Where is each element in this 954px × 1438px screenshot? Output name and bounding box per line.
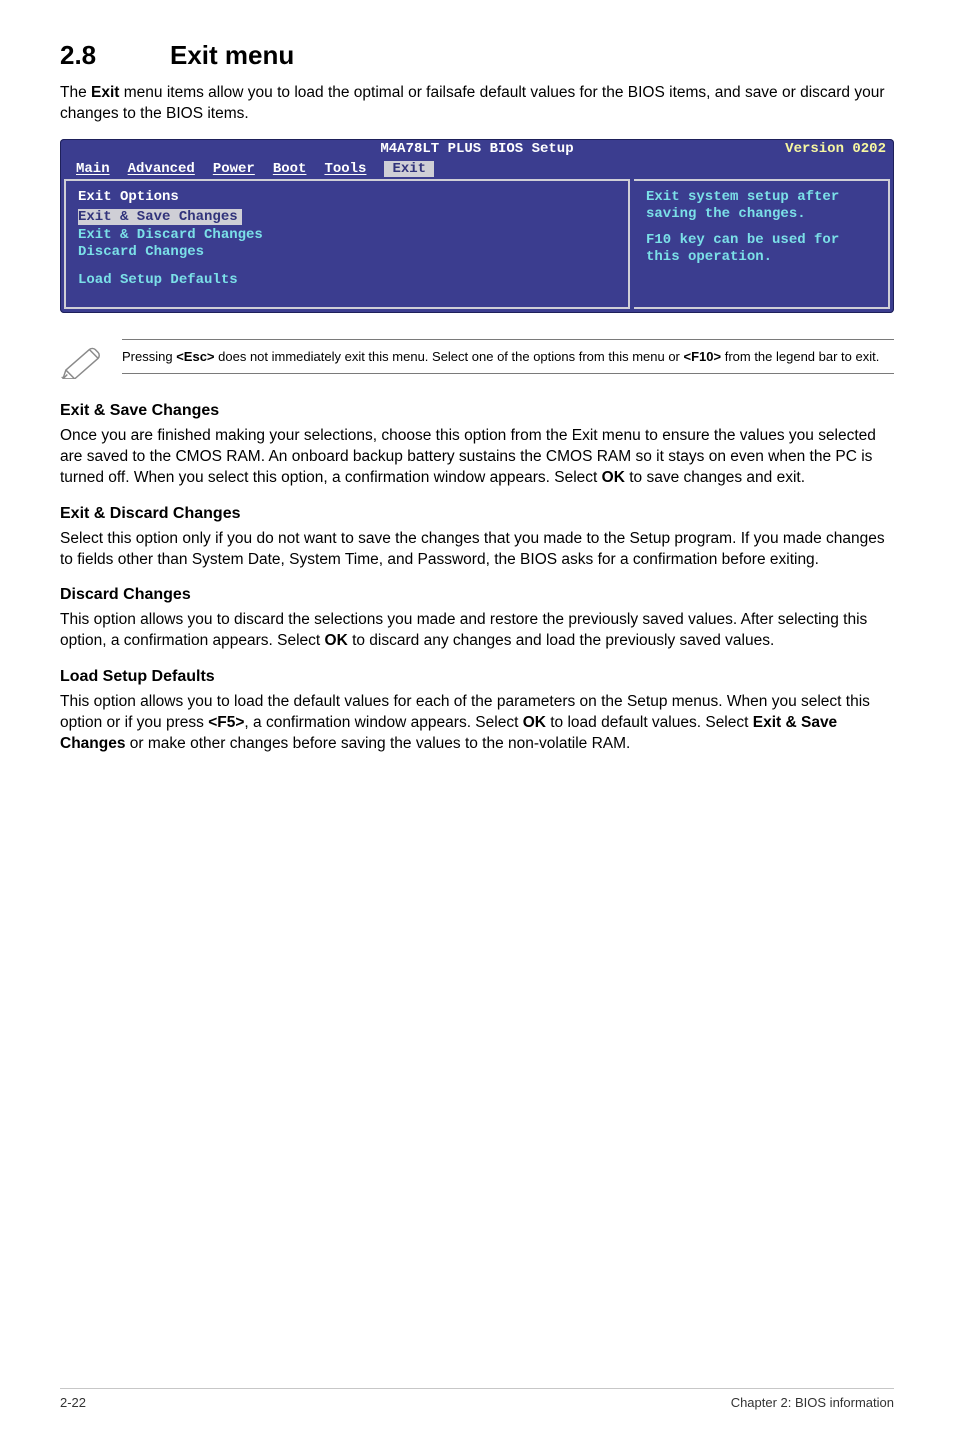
load-f5: <F5> <box>208 714 244 731</box>
heading-discard: Discard Changes <box>60 586 894 604</box>
load-2: , a confirmation window appears. Select <box>244 714 522 731</box>
discard-ok: OK <box>325 632 348 649</box>
body-exit-discard: Select this option only if you do not wa… <box>60 529 894 571</box>
bios-item-discard[interactable]: Discard Changes <box>78 244 616 260</box>
intro-bold: Exit <box>91 84 119 101</box>
intro-post: menu items allow you to load the optimal… <box>60 84 885 122</box>
heading-exit-discard: Exit & Discard Changes <box>60 505 894 523</box>
bios-title: M4A78LT PLUS BIOS Setup <box>60 141 894 157</box>
bios-exit-options-heading: Exit Options <box>78 189 616 205</box>
bios-screenshot: M4A78LT PLUS BIOS Setup Version 0202 Mai… <box>60 139 894 313</box>
bios-tab-bar: Main Advanced Power Boot Tools Exit <box>60 161 894 179</box>
heading-load-defaults: Load Setup Defaults <box>60 668 894 686</box>
note-pencil-icon <box>60 339 104 384</box>
bios-side-panel: Exit system setup after saving the chang… <box>634 179 890 309</box>
note-mid: does not immediately exit this menu. Sel… <box>215 349 684 364</box>
load-4: or make other changes before saving the … <box>125 735 630 752</box>
page-footer: 2-22 Chapter 2: BIOS information <box>60 1388 894 1410</box>
tab-power[interactable]: Power <box>213 161 255 177</box>
tab-boot[interactable]: Boot <box>273 161 307 177</box>
section-number: 2.8 <box>60 40 170 71</box>
bios-item-load-defaults[interactable]: Load Setup Defaults <box>78 272 616 288</box>
body-discard: This option allows you to discard the se… <box>60 610 894 652</box>
discard-post: to discard any changes and load the prev… <box>348 632 775 649</box>
save-post: to save changes and exit. <box>625 469 805 486</box>
bios-item-save[interactable]: Exit & Save Changes <box>78 209 242 225</box>
tab-main[interactable]: Main <box>76 161 110 177</box>
load-ok: OK <box>523 714 546 731</box>
body-load-defaults: This option allows you to load the defau… <box>60 692 894 755</box>
bios-version: Version 0202 <box>785 141 886 157</box>
section-heading: 2.8Exit menu <box>60 40 894 71</box>
note-esc-key: <Esc> <box>176 349 214 364</box>
section-title-text: Exit menu <box>170 40 294 70</box>
intro-paragraph: The Exit menu items allow you to load th… <box>60 83 894 125</box>
intro-pre: The <box>60 84 91 101</box>
tab-advanced[interactable]: Advanced <box>128 161 195 177</box>
tab-exit[interactable]: Exit <box>384 161 434 177</box>
note-text: Pressing <Esc> does not immediately exit… <box>122 348 894 366</box>
footer-page: 2-22 <box>60 1395 86 1410</box>
note-f10-key: <F10> <box>684 349 722 364</box>
load-3: to load default values. Select <box>546 714 753 731</box>
save-ok: OK <box>602 469 625 486</box>
body-exit-save: Once you are finished making your select… <box>60 426 894 489</box>
tab-tools[interactable]: Tools <box>324 161 366 177</box>
note-post: from the legend bar to exit. <box>721 349 879 364</box>
note-block: Pressing <Esc> does not immediately exit… <box>60 339 894 384</box>
note-pre: Pressing <box>122 349 176 364</box>
footer-chapter: Chapter 2: BIOS information <box>731 1395 894 1410</box>
bios-item-discard-exit[interactable]: Exit & Discard Changes <box>78 227 616 243</box>
heading-exit-save: Exit & Save Changes <box>60 402 894 420</box>
bios-help-line1: Exit system setup after saving the chang… <box>646 189 876 224</box>
bios-help-line2: F10 key can be used for this operation. <box>646 232 876 267</box>
bios-main-panel: Exit Options Exit & Save Changes Exit & … <box>64 179 630 309</box>
